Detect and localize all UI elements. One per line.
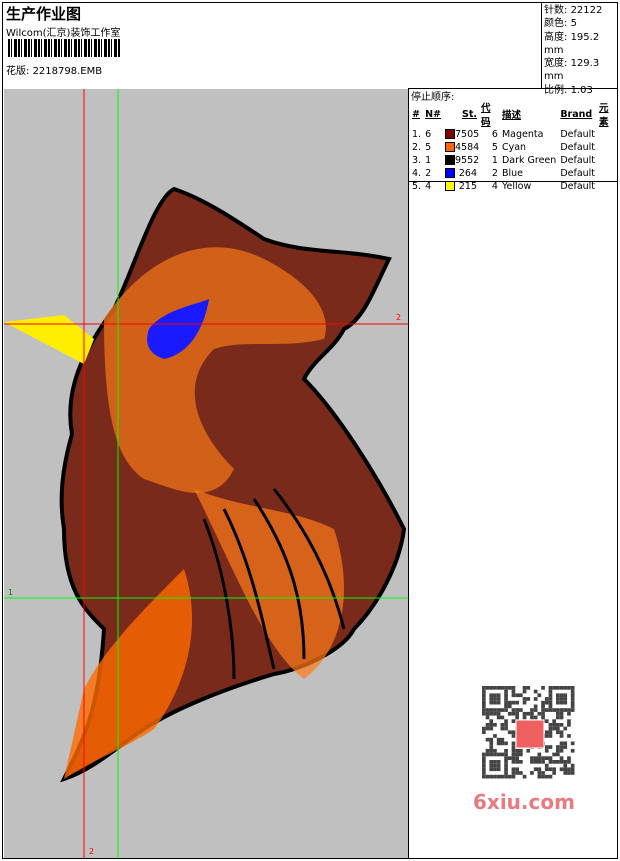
qr-code <box>470 680 586 800</box>
divider <box>409 181 618 182</box>
design-label: 花版: <box>6 66 30 77</box>
info-colors: 颜色: 5 <box>544 18 577 30</box>
info-stitches: 针数: 22122 <box>544 5 603 16</box>
rooster-image <box>4 186 407 783</box>
info-height: 高度: 195.2 mm <box>544 31 600 56</box>
header: 生产作业图 Wilcom(汇京)装饰工作室 花版: 2218798.EMB <box>2 2 541 88</box>
table-header: # N# St. 代码 描述 Brand 元素 <box>412 103 609 128</box>
table-row: 3. 1 9552 1 Dark Green Default <box>412 155 596 166</box>
color-swatch <box>445 142 455 152</box>
design-file-name: 2218798.EMB <box>32 66 103 77</box>
color-swatch <box>445 155 455 165</box>
color-swatch <box>445 129 455 139</box>
color-swatch <box>445 168 455 178</box>
info-panel: 针数: 22122 颜色: 5 高度: 195.2 mm 宽度: 129.3 m… <box>541 2 618 96</box>
stop-sequence-table: # N# St. 代码 描述 Brand 元素 1. 6 7505 6 Magenta Default… <box>410 100 618 193</box>
page-title: 生产作业图 <box>6 5 82 23</box>
table-row: 2. 5 4584 5 Cyan Default <box>412 142 596 153</box>
embroidery-design <box>4 89 408 858</box>
divider <box>408 88 409 859</box>
design-file: 花版: 2218798.EMB <box>6 62 102 77</box>
company-name: Wilcom(汇京)装饰工作室 <box>6 28 121 39</box>
red-guide-label: 2 <box>396 313 402 322</box>
barcode <box>8 39 121 57</box>
red-guide-label-bottom: 2 <box>89 847 95 856</box>
green-guide-label: 1 <box>8 588 14 597</box>
table-row: 1. 6 7505 6 Magenta Default <box>412 129 596 140</box>
table-row: 4. 2 264 2 Blue Default <box>412 168 596 179</box>
info-width: 宽度: 129.3 mm <box>544 58 600 83</box>
color-swatch <box>445 181 455 191</box>
info-scale: 比例: 1.03 <box>544 84 593 96</box>
watermark-site: 6xiu.com <box>473 790 575 814</box>
design-canvas[interactable]: 2 2 1 <box>4 89 408 858</box>
